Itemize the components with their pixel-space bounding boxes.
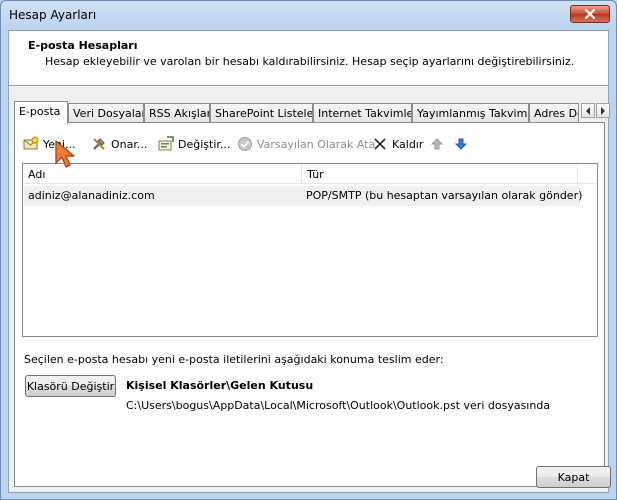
- window-title: Hesap Ayarları: [9, 8, 97, 22]
- tab-strip: E-posta Veri Dosyaları RSS Akışları Shar…: [14, 101, 610, 124]
- mouse-pointer-icon: [55, 140, 75, 168]
- close-dialog-label: Kapat: [557, 470, 590, 484]
- set-default-button[interactable]: Varsayılan Olarak Ata: [237, 133, 375, 155]
- tools-icon: [93, 138, 105, 150]
- tab-e-posta[interactable]: E-posta: [14, 101, 68, 124]
- delivery-folder-path: C:\Users\bogus\AppData\Local\Microsoft\O…: [126, 399, 551, 412]
- change-folder-label: Klasörü Değiştir: [26, 379, 115, 393]
- new-mail-icon: [23, 136, 39, 150]
- tab-scroll-right[interactable]: [596, 103, 610, 118]
- repair-label: Onar...: [111, 137, 148, 151]
- header-description: Hesap ekleyebilir ve varolan bir hesabı …: [45, 55, 575, 68]
- tab-veri-dosyalari[interactable]: Veri Dosyaları: [68, 103, 144, 123]
- dialog-client-area: E-posta Hesapları Hesap ekleyebilir ve v…: [8, 30, 611, 493]
- close-icon: [584, 9, 596, 19]
- window-close-button[interactable]: [570, 5, 610, 23]
- header-band: E-posta Hesapları Hesap ekleyebilir ve v…: [9, 31, 608, 86]
- delivery-location-label: Seçilen e-posta hesabı yeni e-posta ilet…: [24, 353, 444, 366]
- chevron-right-icon: [601, 106, 605, 115]
- accounts-list[interactable]: Adı Tür adiniz@alanadiniz.com POP/SMTP (…: [22, 163, 598, 337]
- set-default-label: Varsayılan Olarak Ata: [257, 137, 376, 151]
- arrow-down-icon: [454, 138, 468, 150]
- remove-button[interactable]: Kaldır: [372, 133, 423, 155]
- title-bar[interactable]: Hesap Ayarları: [1, 1, 616, 29]
- arrow-up-icon: [430, 138, 444, 150]
- move-up-button[interactable]: [429, 133, 445, 155]
- chevron-left-icon: [586, 106, 590, 115]
- repair-button[interactable]: Onar...: [91, 133, 147, 155]
- change-button[interactable]: Değiştir...: [158, 133, 230, 155]
- tab-rss-akislari[interactable]: RSS Akışları: [144, 103, 210, 123]
- accounts-toolbar: Yeni... Onar...: [23, 133, 593, 155]
- tab-adres-defterleri[interactable]: Adres Defterleri: [529, 103, 579, 123]
- change-settings-icon: [158, 136, 174, 151]
- remove-label: Kaldır: [392, 137, 424, 151]
- accounts-list-header: Adı Tür: [23, 164, 597, 184]
- delivery-folder-name: Kişisel Klasörler\Gelen Kutusu: [126, 379, 314, 392]
- tab-scroll-left[interactable]: [581, 103, 595, 118]
- change-folder-button[interactable]: Klasörü Değiştir: [25, 375, 116, 397]
- header-title: E-posta Hesapları: [28, 39, 138, 52]
- column-header-type[interactable]: Tür: [302, 164, 578, 184]
- account-name-cell: adiniz@alanadiniz.com: [28, 189, 155, 202]
- move-down-button[interactable]: [453, 133, 469, 155]
- change-label: Değiştir...: [178, 137, 231, 151]
- account-type-cell: POP/SMTP (bu hesaptan varsayılan olarak …: [306, 189, 583, 202]
- tab-internet-takvimleri[interactable]: Internet Takvimleri: [313, 103, 412, 123]
- remove-x-icon: [374, 138, 386, 150]
- account-settings-window: Hesap Ayarları E-posta Hesapları Hesap e…: [0, 0, 617, 500]
- close-dialog-button[interactable]: Kapat: [536, 466, 611, 488]
- table-row[interactable]: adiniz@alanadiniz.com POP/SMTP (bu hesap…: [24, 186, 583, 206]
- e-posta-tab-panel: Yeni... Onar...: [14, 122, 605, 487]
- checkmark-circle-icon: [238, 137, 252, 151]
- tab-yayimlanmis-takvimler[interactable]: Yayımlanmış Takvimler: [412, 103, 529, 123]
- tab-sharepoint-listeleri[interactable]: SharePoint Listeleri: [210, 103, 313, 123]
